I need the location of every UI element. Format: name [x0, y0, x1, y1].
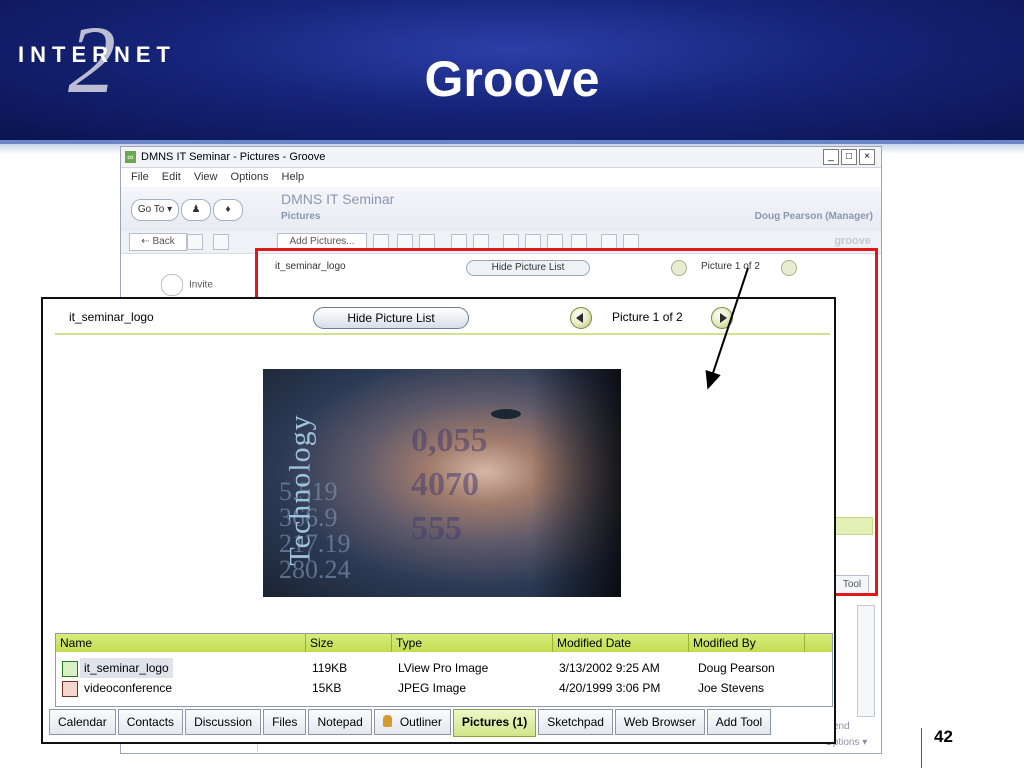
- minimize-button[interactable]: _: [823, 149, 839, 165]
- file-modified-by: Joe Stevens: [698, 681, 765, 695]
- image-caption: Technology: [283, 414, 317, 566]
- file-modified-date: 4/20/1999 3:06 PM: [559, 681, 661, 695]
- menu-help[interactable]: Help: [282, 171, 305, 183]
- back-label: Back: [152, 236, 175, 247]
- menu-view[interactable]: View: [194, 171, 218, 183]
- column-modified-date[interactable]: Modified Date: [553, 634, 689, 652]
- hide-picture-list-label: Hide Picture List: [347, 311, 435, 325]
- current-user: Doug Pearson (Manager): [754, 211, 873, 222]
- window-titlebar: ∞ DMNS IT Seminar - Pictures - Groove _ …: [121, 147, 881, 168]
- history-dropdown-icon[interactable]: [187, 234, 203, 250]
- groove-brand: groove: [834, 235, 871, 247]
- tab-files[interactable]: Files: [263, 709, 307, 735]
- invite-icon: [161, 274, 183, 296]
- menu-bar: File Edit View Options Help: [121, 168, 881, 186]
- technology-picture: 5.519 366.9 217.19 280.24 0,055 4070 555…: [263, 369, 621, 597]
- slide-title: Groove: [424, 51, 600, 107]
- file-type: LView Pro Image: [398, 661, 489, 675]
- outliner-icon: [382, 715, 392, 727]
- tab-outliner-label: Outliner: [399, 715, 442, 729]
- tab-web-browser[interactable]: Web Browser: [614, 709, 705, 735]
- invite-button[interactable]: Invite: [161, 274, 213, 296]
- tab-outliner[interactable]: Outliner: [373, 709, 451, 735]
- face-shadow: [531, 369, 621, 597]
- tab-add-tool[interactable]: Add Tool: [706, 709, 772, 735]
- menu-edit[interactable]: Edit: [162, 171, 181, 183]
- previous-picture-icon[interactable]: [570, 307, 592, 329]
- picture-counter: Picture 1 of 2: [612, 310, 683, 324]
- column-name[interactable]: Name: [56, 634, 306, 652]
- table-row[interactable]: videoconference 15KB JPEG Image 4/20/199…: [56, 678, 832, 698]
- tab-notepad[interactable]: Notepad: [308, 709, 372, 735]
- tab-contacts[interactable]: Contacts: [117, 709, 184, 735]
- picture-name: it_seminar_logo: [69, 310, 154, 324]
- picture-viewer-bar: it_seminar_logo Hide Picture List Pictur…: [43, 299, 834, 335]
- eye-detail: [491, 409, 521, 419]
- forward-icon[interactable]: [213, 234, 229, 250]
- groove-icon: ∞: [125, 151, 136, 163]
- tool-tabs: Calendar Contacts Discussion Files Notep…: [49, 709, 773, 737]
- back-button[interactable]: ⇠ Back: [129, 233, 187, 251]
- hide-picture-list-button[interactable]: Hide Picture List: [313, 307, 469, 329]
- file-size: 15KB: [312, 681, 342, 695]
- window-title: DMNS IT Seminar - Pictures - Groove: [141, 151, 326, 163]
- file-size: 119KB: [312, 661, 348, 675]
- share-icon[interactable]: ♦: [213, 199, 243, 221]
- table-row[interactable]: it_seminar_logo 119KB LView Pro Image 3/…: [56, 658, 832, 678]
- face-number: 4070: [411, 466, 479, 503]
- picture-viewer-panel: it_seminar_logo Hide Picture List Pictur…: [41, 297, 836, 744]
- tab-calendar[interactable]: Calendar: [49, 709, 116, 735]
- viewer-separator: [55, 333, 830, 335]
- face-numbers: 0,055 4070 555: [411, 419, 488, 551]
- close-button[interactable]: ×: [859, 149, 875, 165]
- maximize-button[interactable]: □: [841, 149, 857, 165]
- face-number: 0,055: [411, 422, 488, 459]
- invite-label: Invite: [189, 279, 213, 291]
- file-type: JPEG Image: [398, 681, 467, 695]
- face-number: 555: [411, 510, 462, 547]
- background-scrollbar[interactable]: [857, 605, 875, 717]
- navigation-bar: Go To ▾ ♟ ♦ DMNS IT Seminar Pictures Dou…: [121, 187, 881, 232]
- go-to-label: Go To: [137, 204, 165, 215]
- window-controls: _ □ ×: [823, 149, 875, 165]
- next-picture-icon[interactable]: [711, 307, 733, 329]
- file-name: videoconference: [84, 681, 173, 695]
- file-modified-date: 3/13/2002 9:25 AM: [559, 661, 660, 675]
- tab-pictures[interactable]: Pictures (1): [452, 709, 537, 737]
- go-to-button[interactable]: Go To ▾: [131, 199, 179, 221]
- column-modified-by[interactable]: Modified By: [689, 634, 805, 652]
- picture-list-header: Name Size Type Modified Date Modified By: [56, 634, 832, 652]
- column-size[interactable]: Size: [306, 634, 392, 652]
- people-icon[interactable]: ♟: [181, 199, 211, 221]
- page-number: 42: [934, 727, 953, 746]
- file-name: it_seminar_logo: [80, 658, 173, 678]
- lview-image-icon: [62, 661, 78, 677]
- picture-list: Name Size Type Modified Date Modified By…: [55, 633, 833, 707]
- menu-file[interactable]: File: [131, 171, 149, 183]
- workspace-name: DMNS IT Seminar: [281, 191, 395, 207]
- page-number-rule: [921, 728, 922, 768]
- menu-options[interactable]: Options: [231, 171, 269, 183]
- tab-sketchpad[interactable]: Sketchpad: [538, 709, 613, 735]
- current-tool-name: Pictures: [281, 211, 321, 222]
- file-modified-by: Doug Pearson: [698, 661, 775, 675]
- jpeg-image-icon: [62, 681, 78, 697]
- tab-discussion[interactable]: Discussion: [185, 709, 262, 735]
- column-type[interactable]: Type: [392, 634, 553, 652]
- add-pictures-label: Add Pictures...: [289, 236, 355, 247]
